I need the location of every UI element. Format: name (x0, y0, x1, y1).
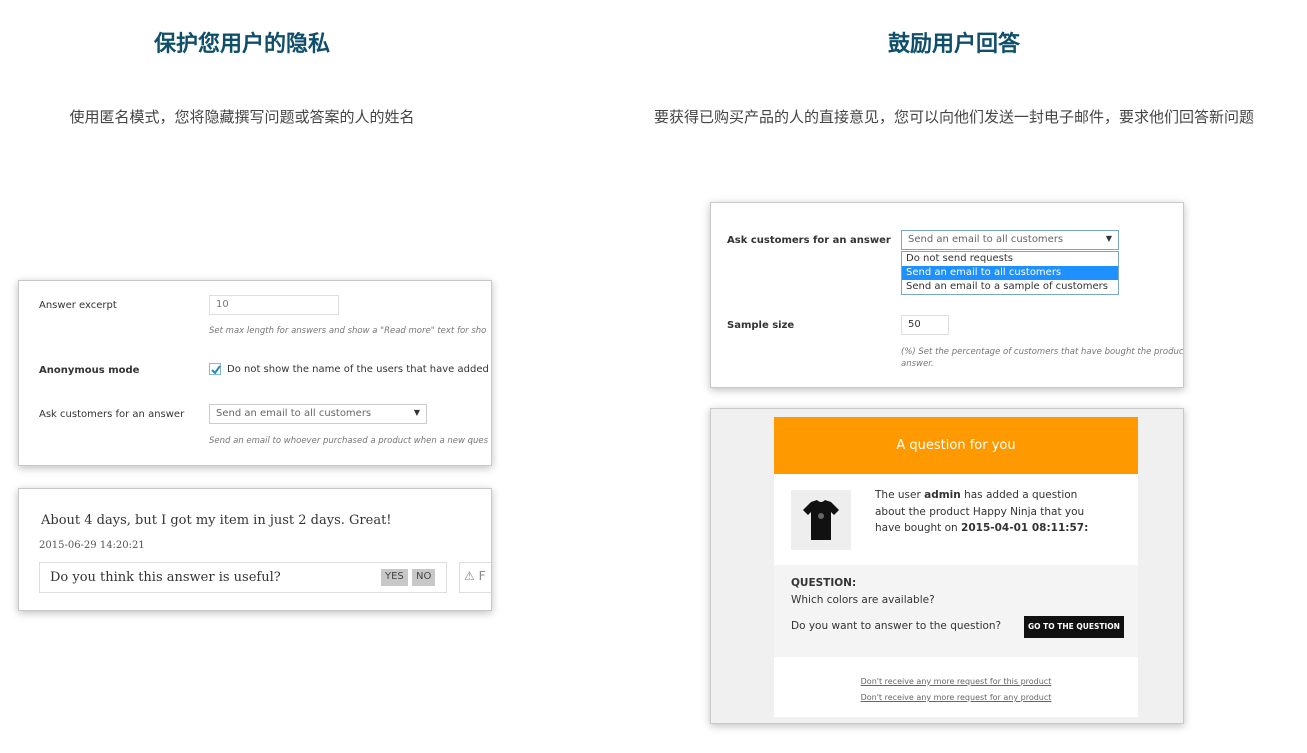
ask-customers-screenshot: Ask customers for an answer Send an emai… (710, 202, 1184, 388)
unsubscribe-any-link[interactable]: Don't receive any more request for any p… (774, 693, 1138, 702)
email-screenshot: A question for you The user admin has ad… (710, 408, 1184, 724)
sample-size-hint-line2: answer. (901, 359, 934, 369)
email-header: A question for you (774, 417, 1138, 474)
email-user: admin (924, 489, 961, 501)
answer-excerpt-input[interactable]: 10 (209, 295, 339, 315)
ask-customers-label: Ask customers for an answer (39, 409, 185, 420)
email-question-section: QUESTION: Which colors are available? Do… (774, 565, 1138, 657)
anonymous-mode-text: Do not show the name of the users that h… (227, 364, 491, 375)
anonymous-mode-checkbox[interactable] (209, 363, 221, 375)
yes-button[interactable]: YES (381, 569, 408, 586)
email-body-text: The user admin has added a question abou… (875, 487, 1095, 537)
caret-down-icon: ▼ (413, 408, 420, 417)
left-section-title: 保护您用户的隐私 (153, 32, 330, 57)
dropdown-option[interactable]: Send an email to a sample of customers (902, 280, 1118, 294)
review-answer-text: About 4 days, but I got my item in just … (41, 513, 392, 528)
useful-question-text: Do you think this answer is useful? (50, 570, 281, 585)
warning-icon: ⚠ (464, 569, 475, 583)
sample-size-label: Sample size (727, 320, 795, 331)
answer-prompt: Do you want to answer to the question? (791, 620, 1002, 632)
email-date: 2015-04-01 08:11:57: (961, 522, 1089, 534)
anonymous-mode-label: Anonymous mode (39, 365, 140, 376)
ask-customers-select[interactable]: Send an email to all customers ▼ (209, 404, 427, 424)
settings-screenshot: Answer excerpt 10 Set max length for ans… (18, 280, 492, 466)
go-to-question-button[interactable]: GO TO THE QUESTION (1024, 616, 1124, 638)
sample-size-hint-line1: (%) Set the percentage of customers that… (901, 347, 1183, 357)
dropdown-option[interactable]: Do not send requests (902, 252, 1118, 266)
unsubscribe-product-link[interactable]: Don't receive any more request for this … (774, 677, 1138, 686)
right-section-title: 鼓励用户回答 (887, 32, 1020, 57)
checkmark-icon (211, 365, 221, 375)
no-button[interactable]: NO (412, 569, 436, 586)
ask-customers-select-value: Send an email to all customers (908, 234, 1064, 245)
useful-question-box: Do you think this answer is useful? YES … (39, 562, 447, 593)
caret-down-icon: ▼ (1105, 234, 1112, 243)
left-section-description: 使用匿名模式，您将隐藏撰写问题或答案的人的姓名 (69, 108, 415, 126)
review-screenshot: About 4 days, but I got my item in just … (18, 488, 492, 611)
question-label: QUESTION: (791, 577, 857, 589)
ask-customers-select-value: Send an email to all customers (216, 408, 372, 419)
ask-customers-hint: Send an email to whoever purchased a pro… (209, 436, 489, 446)
ask-customers-select[interactable]: Send an email to all customers ▼ (901, 230, 1119, 250)
question-text: Which colors are available? (791, 594, 935, 606)
product-image (791, 490, 851, 550)
email-body-prefix: The user (875, 489, 925, 501)
tshirt-icon (803, 500, 839, 540)
answer-excerpt-label: Answer excerpt (39, 300, 117, 311)
right-section-description: 要获得已购买产品的人的直接意见，您可以向他们发送一封电子邮件，要求他们回答新问题 (653, 108, 1254, 126)
email-card: A question for you The user admin has ad… (774, 417, 1138, 717)
report-text: F (478, 569, 486, 583)
report-box[interactable]: ⚠ F (459, 562, 491, 593)
answer-excerpt-hint: Set max length for answers and show a "R… (209, 326, 487, 336)
ask-customers-label: Ask customers for an answer (727, 235, 891, 246)
sample-size-input[interactable]: 50 (901, 315, 949, 335)
dropdown-option-selected[interactable]: Send an email to all customers (902, 266, 1118, 280)
review-date: 2015-06-29 14:20:21 (39, 540, 145, 551)
ask-customers-dropdown-list: Do not send requests Send an email to al… (901, 251, 1119, 295)
